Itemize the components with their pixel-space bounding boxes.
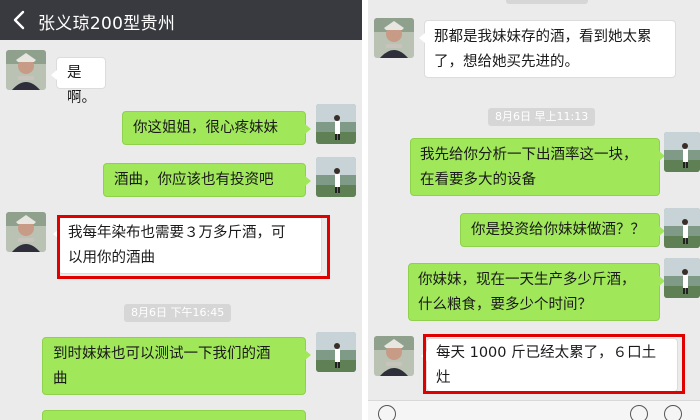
self-avatar[interactable] <box>664 258 700 298</box>
self-avatar[interactable] <box>664 132 700 172</box>
message-text-line: 了，想给她买先进的。 <box>434 54 579 70</box>
timestamp-partial <box>506 0 588 4</box>
chat-input-bar <box>368 400 700 420</box>
contact-avatar[interactable] <box>374 336 414 376</box>
message-text: 是啊。 <box>67 65 96 106</box>
outgoing-message[interactable]: 到时妹妹也可以测试一下我们的酒 曲 <box>42 337 311 395</box>
timestamp: 8月6日 早上11:13 <box>488 108 596 126</box>
plus-circle-icon[interactable] <box>664 405 682 420</box>
outgoing-message-partial[interactable] <box>42 410 306 420</box>
contact-avatar[interactable] <box>6 50 46 90</box>
message-text: 你这姐姐，很心疼妹妹 <box>133 120 278 136</box>
message-text-line: 什么粮食，要多少个时间？ <box>418 297 592 313</box>
self-avatar[interactable] <box>664 208 700 248</box>
message-text: 酒曲，你应该也有投资吧 <box>114 172 274 188</box>
left-chat-panel: 张义琼200型贵州 是啊。 你这姐姐，很心疼妹妹 酒曲，你应该也有投资吧 我每年… <box>0 0 362 420</box>
outgoing-message[interactable]: 你这姐姐，很心疼妹妹 <box>122 111 311 145</box>
message-text-line: 我先给你分析一下出酒率这一块， <box>420 147 638 163</box>
emoji-icon[interactable] <box>630 405 648 420</box>
right-chat-panel: 那都是我妹妹存的酒，看到她太累 了，想给她买先进的。 8月6日 早上11:13 … <box>368 0 700 420</box>
red-highlight-box <box>423 334 685 394</box>
chat-title-bar: 张义琼200型贵州 <box>0 0 362 40</box>
self-avatar[interactable] <box>316 157 356 197</box>
incoming-message[interactable]: 那都是我妹妹存的酒，看到她太累 了，想给她买先进的。 <box>419 20 676 78</box>
message-text: 你是投资给你妹妹做酒？？ <box>471 222 645 238</box>
voice-icon[interactable] <box>378 405 396 420</box>
outgoing-message[interactable]: 我先给你分析一下出酒率这一块， 在看要多大的设备 <box>410 138 665 196</box>
contact-avatar[interactable] <box>6 212 46 252</box>
chat-title: 张义琼200型贵州 <box>38 14 176 34</box>
outgoing-message[interactable]: 你妹妹，现在一天生产多少斤酒， 什么粮食，要多少个时间？ <box>408 263 665 321</box>
incoming-message[interactable]: 是啊。 <box>51 57 106 106</box>
message-text-line: 那都是我妹妹存的酒，看到她太累 <box>434 29 652 45</box>
message-text-line: 在看要多大的设备 <box>420 172 536 188</box>
contact-avatar[interactable] <box>374 18 414 58</box>
message-text-line: 曲 <box>53 371 68 387</box>
self-avatar[interactable] <box>316 332 356 372</box>
message-text-line: 到时妹妹也可以测试一下我们的酒 <box>53 346 271 362</box>
outgoing-message[interactable]: 酒曲，你应该也有投资吧 <box>103 163 311 197</box>
message-text-line: 你妹妹，现在一天生产多少斤酒， <box>418 272 636 288</box>
outgoing-message[interactable]: 你是投资给你妹妹做酒？？ <box>460 213 665 247</box>
self-avatar[interactable] <box>316 104 356 144</box>
red-highlight-box <box>57 215 330 279</box>
timestamp: 8月6日 下午16:45 <box>124 304 232 322</box>
back-chevron-icon[interactable] <box>10 9 30 31</box>
